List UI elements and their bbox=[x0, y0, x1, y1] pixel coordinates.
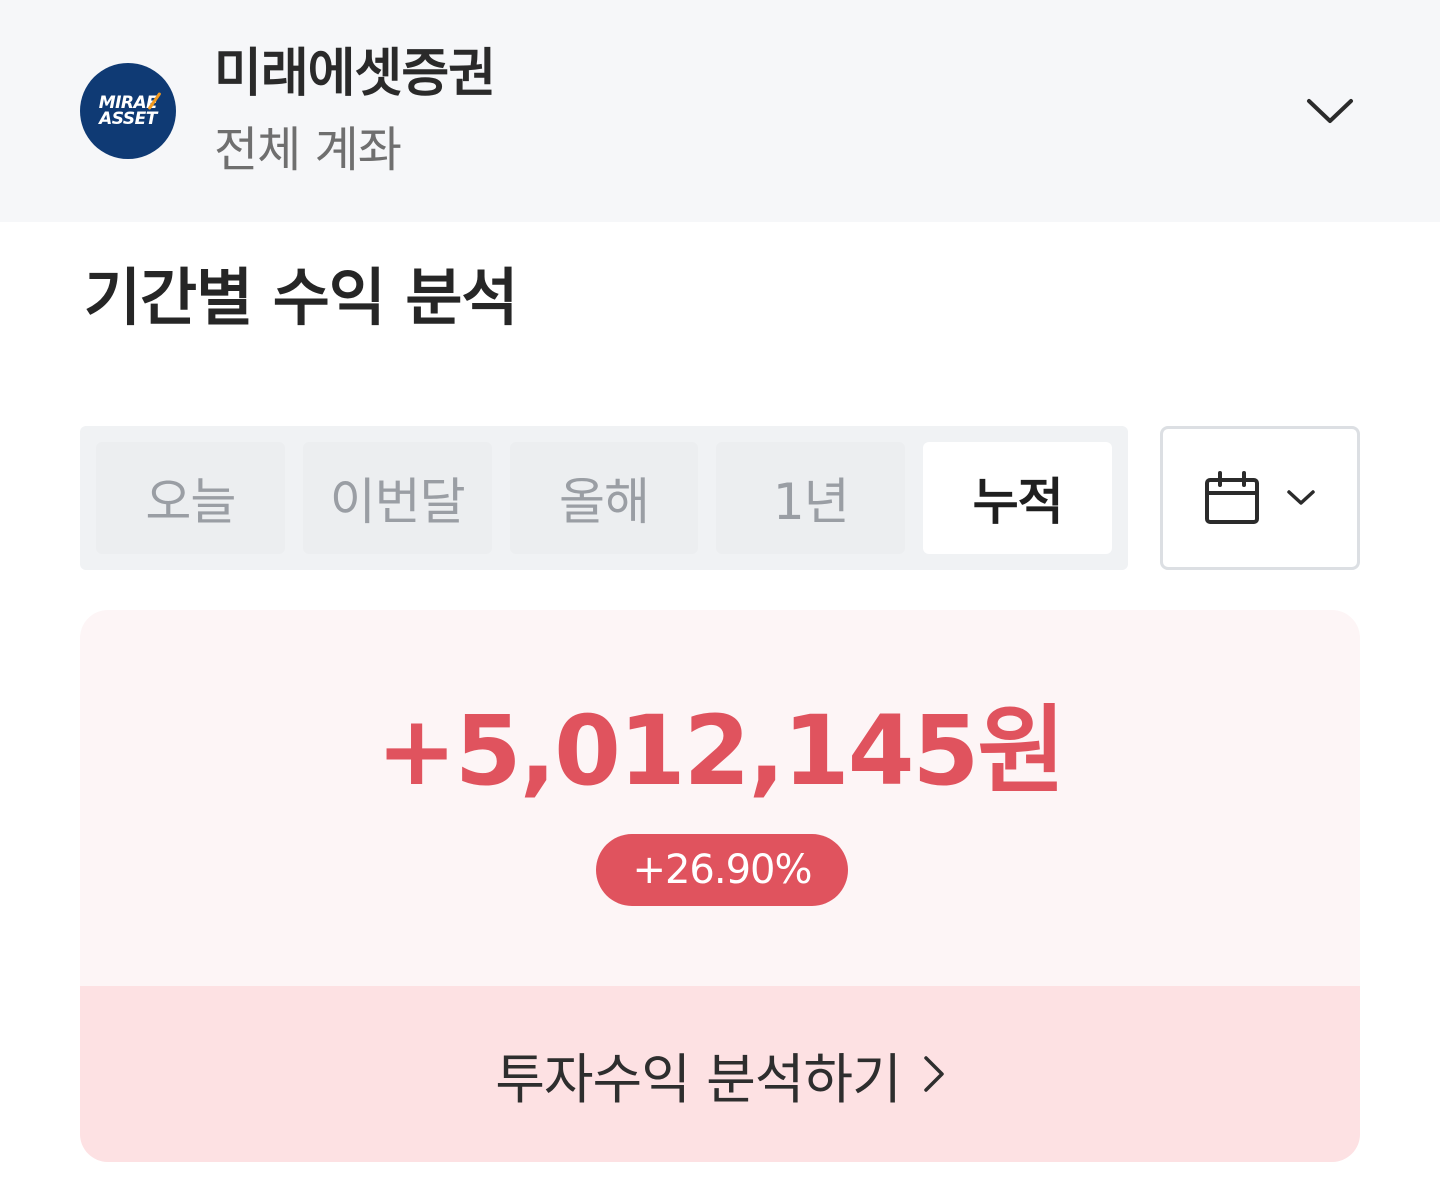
period-tabs: 오늘 이번달 올해 1년 누적 bbox=[80, 426, 1128, 570]
tab-today[interactable]: 오늘 bbox=[96, 442, 285, 554]
chevron-right-icon bbox=[924, 1056, 944, 1092]
page-title: 기간별 수익 분석 bbox=[84, 261, 518, 334]
tab-this-year[interactable]: 올해 bbox=[509, 442, 699, 554]
profit-amount: +5,012,145원 bbox=[376, 695, 1065, 807]
calendar-icon bbox=[1205, 471, 1259, 524]
tab-this-month[interactable]: 이번달 bbox=[302, 442, 492, 554]
analyze-returns-button[interactable]: 투자수익 분석하기 bbox=[80, 986, 1360, 1162]
chevron-down-icon bbox=[1287, 490, 1315, 505]
broker-name: 미래에셋증권 bbox=[214, 44, 496, 104]
account-dropdown-button[interactable] bbox=[1300, 81, 1360, 141]
account-scope: 전체 계좌 bbox=[214, 122, 402, 178]
logo-text-line2: ASSET bbox=[99, 109, 157, 129]
account-text: 미래에셋증권 전체 계좌 bbox=[214, 44, 496, 178]
date-range-picker[interactable] bbox=[1160, 426, 1360, 570]
tab-one-year[interactable]: 1년 bbox=[716, 442, 906, 554]
analyze-returns-label: 투자수익 분석하기 bbox=[495, 1047, 902, 1111]
chevron-down-icon bbox=[1307, 99, 1353, 123]
profit-summary-card: +5,012,145원 +26.90% 투자수익 분석하기 bbox=[80, 610, 1360, 1162]
tab-cumulative[interactable]: 누적 bbox=[923, 442, 1112, 554]
broker-logo: MIRAE ASSET bbox=[80, 63, 176, 159]
account-header[interactable]: MIRAE ASSET 미래에셋증권 전체 계좌 bbox=[0, 0, 1440, 222]
profit-rate-badge: +26.90% bbox=[596, 834, 848, 906]
